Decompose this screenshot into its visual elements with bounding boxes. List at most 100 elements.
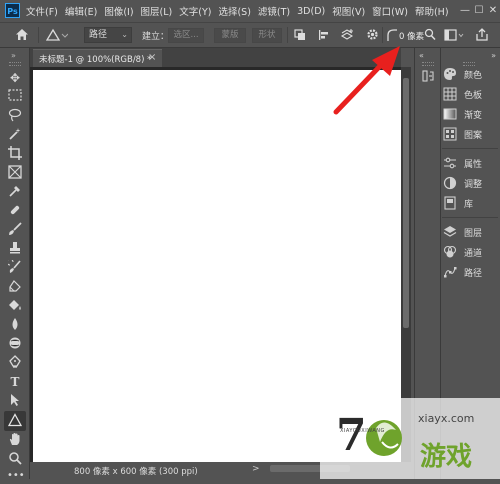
panel-patterns[interactable]: 图案 <box>443 126 482 142</box>
panel-adjustments-label: 调整 <box>464 179 483 190</box>
workspace-icon[interactable] <box>444 29 464 44</box>
menu-view[interactable]: 视图(V) <box>332 4 365 18</box>
menu-layer[interactable]: 图层(L) <box>141 4 173 18</box>
move-tool-icon[interactable]: ✥ <box>7 70 23 86</box>
photoshop-app-icon[interactable]: Ps <box>5 3 20 18</box>
make-selection-button[interactable]: 选区... <box>168 28 204 43</box>
panel-divider <box>442 148 498 149</box>
close-window-icon[interactable]: ✕ <box>486 0 500 22</box>
tool-mode-value: 路径 <box>89 30 108 40</box>
frame-tool-icon[interactable] <box>7 165 23 181</box>
marquee-tool-icon[interactable] <box>7 89 23 105</box>
document-tab-title: 未标题-1 @ 100%(RGB/8) * <box>39 55 152 65</box>
home-icon[interactable] <box>15 28 29 44</box>
clone-stamp-icon[interactable] <box>7 241 23 257</box>
menu-3d[interactable]: 3D(D) <box>297 6 325 17</box>
dodge-tool-icon[interactable] <box>7 336 23 352</box>
panel-layers[interactable]: 图层 <box>443 224 482 240</box>
libraries-icon <box>443 196 457 210</box>
separator <box>38 27 39 43</box>
crop-tool-icon[interactable] <box>7 146 23 162</box>
separator <box>287 27 288 43</box>
collapse-dock-icon[interactable]: » <box>491 51 496 60</box>
collapse-panels-icon[interactable]: « <box>419 51 424 60</box>
watermark-pinyin: XIAYOUXIWANG <box>340 428 385 434</box>
path-operations-icon[interactable] <box>294 29 306 44</box>
palette-icon <box>443 67 457 81</box>
panel-channels[interactable]: 通道 <box>443 244 482 260</box>
make-shape-button[interactable]: 形状 <box>252 28 282 43</box>
menu-image[interactable]: 图像(I) <box>104 4 133 18</box>
panel-color-label: 颜色 <box>464 70 483 81</box>
gradient-icon <box>443 107 457 121</box>
menu-file[interactable]: 文件(F) <box>26 4 58 18</box>
panel-grip[interactable] <box>422 62 434 66</box>
triangle-tool-preset-icon[interactable] <box>45 28 69 45</box>
healing-brush-icon[interactable] <box>7 203 23 219</box>
menu-help[interactable]: 帮助(H) <box>415 4 449 18</box>
make-mask-button[interactable]: 蒙版 <box>214 28 246 43</box>
menu-select[interactable]: 选择(S) <box>218 4 250 18</box>
svg-text:7: 7 <box>336 410 367 461</box>
search-icon[interactable] <box>424 28 436 44</box>
panel-properties[interactable]: 属性 <box>443 155 482 171</box>
panel-color[interactable]: 颜色 <box>443 66 482 82</box>
panel-gradients[interactable]: 渐变 <box>443 106 482 122</box>
lasso-tool-icon[interactable] <box>7 108 23 124</box>
zoom-tool-icon[interactable] <box>7 451 23 467</box>
panel-gradients-label: 渐变 <box>464 110 483 121</box>
magic-wand-icon[interactable] <box>7 127 23 143</box>
annotation-arrow-icon <box>330 40 410 119</box>
channels-icon <box>443 245 457 259</box>
hand-tool-icon[interactable] <box>7 432 23 448</box>
chevron-down-icon: ⌄ <box>121 30 128 39</box>
properties-icon <box>443 156 457 170</box>
document-tab[interactable]: 未标题-1 @ 100%(RGB/8) * × <box>33 49 162 67</box>
options-bar: 路径 ⌄ 建立： 选区... 蒙版 形状 0 像素 <box>0 22 500 48</box>
menu-type[interactable]: 文字(Y) <box>179 4 211 18</box>
eyedropper-icon[interactable] <box>7 184 23 200</box>
history-panel-icon[interactable] <box>421 69 435 86</box>
layers-icon <box>443 225 457 239</box>
tool-mode-select[interactable]: 路径 ⌄ <box>84 27 132 43</box>
blur-tool-icon[interactable] <box>7 317 23 333</box>
watermark-brand: 游戏 <box>420 442 473 472</box>
build-label: 建立： <box>142 32 170 42</box>
toolbar-grip[interactable] <box>9 62 21 66</box>
expand-toolbar-icon[interactable]: » <box>11 51 16 60</box>
panel-patterns-label: 图案 <box>464 130 483 141</box>
patterns-icon <box>443 127 457 141</box>
watermark-logo: 7 <box>336 408 416 475</box>
panel-divider <box>442 217 498 218</box>
share-icon[interactable] <box>475 27 489 45</box>
swatches-icon <box>443 87 457 101</box>
menu-edit[interactable]: 编辑(E) <box>65 4 97 18</box>
paint-bucket-icon[interactable] <box>7 298 23 314</box>
document-size-text: 800 像素 x 600 像素 (300 ppi) <box>74 467 198 477</box>
status-menu-arrow[interactable]: > <box>252 464 260 474</box>
paths-icon <box>443 265 457 279</box>
maximize-icon[interactable]: ☐ <box>472 0 486 22</box>
watermark: 7 xiayx.com XIAYOUXIWANG 游戏 <box>320 398 500 479</box>
path-alignment-icon[interactable] <box>318 29 330 44</box>
menu-filter[interactable]: 滤镜(T) <box>258 4 290 18</box>
triangle-tool-icon[interactable] <box>7 413 23 429</box>
panel-libraries[interactable]: 库 <box>443 195 473 211</box>
window-controls: — ☐ ✕ <box>458 0 500 22</box>
menu-window[interactable]: 窗口(W) <box>372 4 408 18</box>
panel-paths-label: 路径 <box>464 268 483 279</box>
panel-properties-label: 属性 <box>464 159 483 170</box>
close-tab-icon[interactable]: × <box>148 52 156 63</box>
minimize-icon[interactable]: — <box>458 0 472 22</box>
type-tool-icon[interactable]: T <box>7 374 23 390</box>
eraser-icon[interactable] <box>7 279 23 295</box>
panel-libraries-label: 库 <box>464 199 474 210</box>
pen-tool-icon[interactable] <box>7 355 23 371</box>
panel-paths[interactable]: 路径 <box>443 264 482 280</box>
panel-swatches[interactable]: 色板 <box>443 86 482 102</box>
brush-tool-icon[interactable] <box>7 222 23 238</box>
history-brush-icon[interactable] <box>6 258 23 276</box>
path-selection-icon[interactable] <box>7 393 23 409</box>
panel-adjustments[interactable]: 调整 <box>443 175 482 191</box>
more-tools-icon[interactable]: ••• <box>7 468 25 484</box>
